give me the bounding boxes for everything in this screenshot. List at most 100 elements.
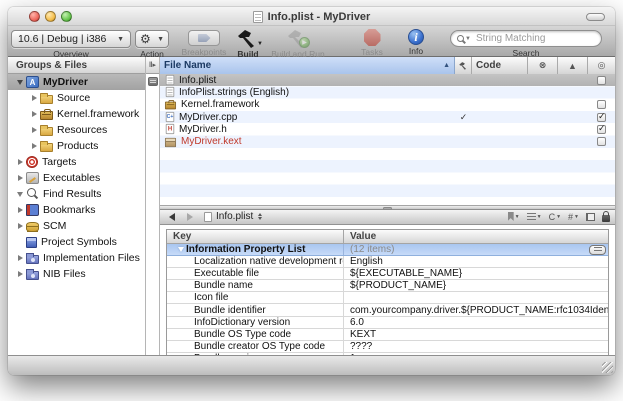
file-history-popup[interactable]: Info.plist: [201, 211, 265, 222]
class-hierarchy-menu-button[interactable]: C▼: [549, 212, 561, 222]
counterpart-button[interactable]: [586, 213, 595, 221]
sidebar-header[interactable]: Groups & Files: [8, 57, 145, 74]
disclosure-triangle[interactable]: [28, 95, 40, 101]
sidebar-item-source[interactable]: Source: [8, 90, 145, 106]
back-button[interactable]: [165, 211, 179, 222]
plist-row-infodictionary-version[interactable]: InfoDictionary version6.0: [167, 317, 608, 329]
disclosure-triangle[interactable]: [14, 255, 26, 261]
sidebar-item-kernel-framework[interactable]: Kernel.framework: [8, 106, 145, 122]
plist-row-bundle-creator-os-type-code[interactable]: Bundle creator OS Type code????: [167, 341, 608, 353]
resize-grip[interactable]: [602, 362, 613, 373]
plist-row-bundle-os-type-code[interactable]: Bundle OS Type codeKEXT: [167, 329, 608, 341]
plist-row-information-property-list[interactable]: Information Property List(12 items): [167, 244, 608, 256]
sidebar-item-label: Source: [57, 92, 90, 104]
cpp-file-icon: [166, 112, 175, 122]
sidebar-item-find-results[interactable]: Find Results: [8, 186, 145, 202]
disclosure-triangle[interactable]: [14, 223, 26, 229]
sidebar-item-label: SCM: [43, 220, 66, 232]
built-column-header[interactable]: [455, 57, 472, 74]
errors-column-header[interactable]: ⊗: [528, 57, 558, 74]
disclosure-triangle[interactable]: [14, 175, 26, 181]
file-row-mydriver-h[interactable]: MyDriver.h: [160, 123, 615, 135]
plist-row-bundle-name[interactable]: Bundle name${PRODUCT_NAME}: [167, 280, 608, 292]
sidebar-item-products[interactable]: Products: [8, 138, 145, 154]
key-column-header[interactable]: Key: [167, 230, 344, 243]
sidebar-item-targets[interactable]: Targets: [8, 154, 145, 170]
plist-value-cell[interactable]: ????: [344, 341, 608, 352]
search-input[interactable]: ▼ String Matching: [450, 30, 602, 47]
target-column-header[interactable]: ◎: [588, 57, 615, 74]
warnings-column-header[interactable]: ▲: [558, 57, 588, 74]
sidebar-item-label: Bookmarks: [43, 204, 96, 216]
target-membership-checkbox[interactable]: [597, 76, 606, 85]
disclosure-triangle[interactable]: [28, 111, 40, 117]
file-row-mydriver-kext[interactable]: MyDriver.kext: [160, 135, 615, 147]
disclosure-triangle[interactable]: [14, 80, 26, 85]
plist-row-localization-native-development-re[interactable]: Localization native development reEnglis…: [167, 256, 608, 268]
plist-value-cell[interactable]: ${PRODUCT_NAME}: [344, 280, 608, 291]
sidebar-item-nib-files[interactable]: NIB Files: [8, 266, 145, 282]
overview-popup[interactable]: 10.6 | Debug | i386 ▼: [11, 30, 131, 48]
info-icon[interactable]: i: [408, 29, 424, 45]
sidebar-item-resources[interactable]: Resources: [8, 122, 145, 138]
file-row-mydriver-cpp[interactable]: MyDriver.cpp✓: [160, 111, 615, 123]
chevron-down-icon[interactable]: ▼: [465, 36, 471, 42]
sidebar-item-implementation-files[interactable]: Implementation Files: [8, 250, 145, 266]
lock-button[interactable]: [602, 211, 610, 222]
file-row-info-plist[interactable]: Info.plist: [160, 74, 615, 86]
forward-button[interactable]: [183, 211, 197, 222]
plist-value-cell[interactable]: [344, 292, 608, 303]
disclosure-triangle[interactable]: [14, 192, 26, 197]
action-button[interactable]: ⚙ ▼: [135, 30, 169, 48]
plist-value-cell[interactable]: English: [344, 256, 608, 267]
hammer-run-icon[interactable]: ▶: [285, 28, 311, 48]
bookmarks-menu-button[interactable]: ▼: [508, 212, 520, 221]
horizontal-splitter[interactable]: [160, 205, 615, 210]
target-membership-checkbox[interactable]: [597, 113, 606, 122]
editor-split-button[interactable]: [148, 77, 158, 86]
target-cell: [588, 100, 615, 109]
status-bar: [8, 355, 615, 375]
plist-value-cell[interactable]: ${EXECUTABLE_NAME}: [344, 268, 608, 279]
stop-octagon-icon[interactable]: [364, 29, 381, 46]
value-column-header[interactable]: Value: [344, 230, 608, 243]
hammer-icon[interactable]: ▼: [235, 28, 261, 48]
title-bar[interactable]: Info.plist - MyDriver: [8, 7, 615, 26]
plist-row-icon-file[interactable]: Icon file: [167, 292, 608, 304]
toolbar-toggle-button[interactable]: [586, 13, 605, 21]
target-icon: [26, 156, 38, 168]
breakpoints-menu-button[interactable]: ▼: [527, 213, 542, 220]
file-row-infoplist-strings-english-[interactable]: InfoPlist.strings (English): [160, 86, 615, 98]
file-name-column-header[interactable]: File Name ▲: [160, 57, 455, 74]
sidebar-item-executables[interactable]: Executables: [8, 170, 145, 186]
plist-row-executable-file[interactable]: Executable file ${EXECUTABLE_NAME}: [167, 268, 608, 280]
target-membership-checkbox[interactable]: [597, 100, 606, 109]
plist-row-bundle-identifier[interactable]: Bundle identifiercom.yourcompany.driver.…: [167, 304, 608, 316]
code-column-header[interactable]: Code: [472, 57, 528, 74]
breakpoints-button[interactable]: [188, 30, 220, 46]
plist-value-cell[interactable]: com.yourcompany.driver.${PRODUCT_NAME:rf…: [344, 304, 608, 315]
sidebar-item-bookmarks[interactable]: Bookmarks: [8, 202, 145, 218]
plist-value-cell[interactable]: KEXT: [344, 329, 608, 340]
sidebar-item-project-symbols[interactable]: Project Symbols: [8, 234, 145, 250]
disclosure-triangle[interactable]: [14, 159, 26, 165]
file-row-kernel-framework[interactable]: Kernel.framework: [160, 99, 615, 111]
document-proxy-icon[interactable]: [253, 11, 263, 23]
plist-value-cell[interactable]: 6.0: [344, 317, 608, 328]
plist-value-cell[interactable]: (12 items): [344, 244, 608, 255]
disclosure-triangle[interactable]: [14, 207, 26, 213]
included-files-menu-button[interactable]: #▼: [568, 212, 579, 222]
disclosure-triangle[interactable]: [28, 143, 40, 149]
disclosure-triangle[interactable]: [175, 247, 186, 252]
sidebar-splitter[interactable]: ‖▸: [146, 57, 160, 355]
target-membership-checkbox[interactable]: [597, 137, 606, 146]
sidebar-item-label: Find Results: [43, 188, 101, 200]
sidebar-item-label: MyDriver: [43, 76, 88, 88]
plist-key-label: Executable file: [194, 268, 259, 279]
disclosure-triangle[interactable]: [28, 127, 40, 133]
sidebar-item-scm[interactable]: SCM: [8, 218, 145, 234]
target-membership-checkbox[interactable]: [597, 125, 606, 134]
sidebar-item-mydriver[interactable]: MyDriver: [8, 74, 145, 90]
disclosure-triangle[interactable]: [14, 271, 26, 277]
value-type-combo-button[interactable]: [589, 245, 606, 255]
